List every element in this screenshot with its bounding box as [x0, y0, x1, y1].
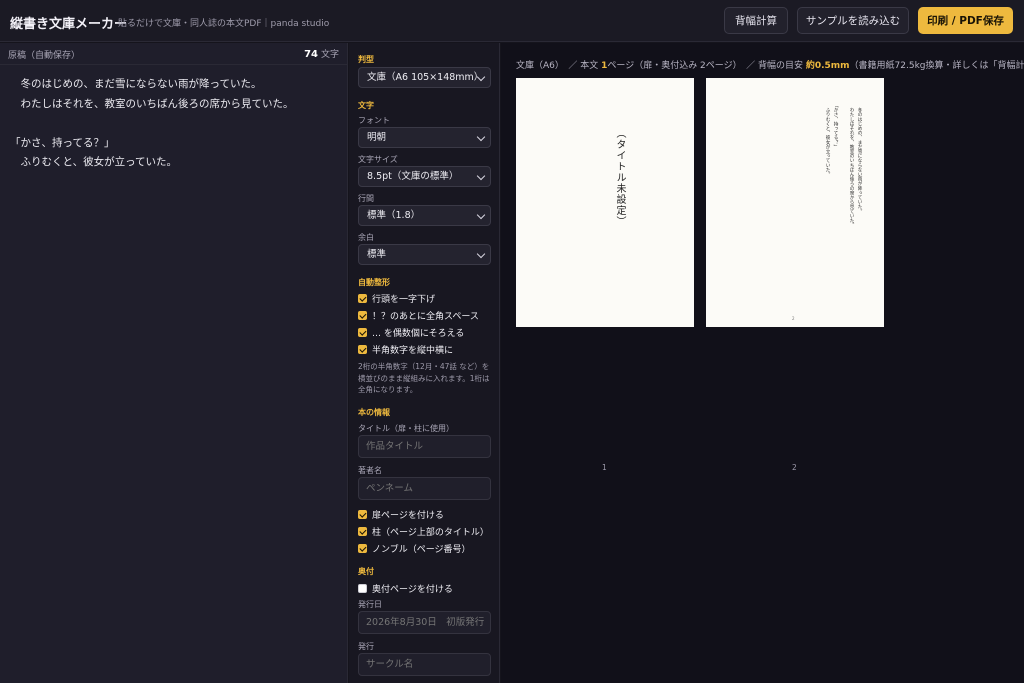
page-label-2: 2	[792, 463, 797, 472]
checkbox-checked-icon[interactable]	[358, 345, 367, 354]
font-label: フォント	[358, 116, 390, 125]
auto-option-label: 行頭を一字下げ	[372, 295, 436, 305]
preview-body-line: 冬のはじめの、まだ雪にならない雨が降っていた。	[857, 103, 862, 214]
preview-info-note: （書籍用紙72.5kg換算・詳しくは「背幅計算」）	[849, 61, 1024, 71]
manuscript-textarea[interactable]: 冬のはじめの、まだ雪にならない雨が降っていた。 わたしはそれを、教室のいちばん後…	[10, 76, 294, 174]
text-heading: 文字	[358, 101, 374, 110]
chevron-down-icon	[476, 171, 486, 181]
margin-value: 標準	[367, 249, 387, 260]
size-select[interactable]: 8.5pt（文庫の標準）	[358, 166, 491, 187]
preview-info: 文庫（A6） ／ 本文 1ページ（扉・奥付込み 2ページ） ／ 背幅の目安 約0…	[516, 58, 1024, 71]
load-sample-button[interactable]: サンプルを読み込む	[797, 7, 909, 34]
auto-option-label: … を偶数個にそろえる	[372, 329, 465, 339]
book-option-label: 柱（ページ上部のタイトル）	[372, 528, 489, 538]
auto-format-heading: 自動整形	[358, 278, 390, 287]
preview-page-title: （タイトル未設定）	[516, 78, 694, 327]
manuscript-line: ふりむくと、彼女が立っていた。	[10, 156, 178, 168]
manuscript-line: 「かさ、持ってる？」	[10, 136, 115, 149]
manuscript-header: 原稿（自動保存） 74 文字	[0, 43, 348, 65]
char-count-unit: 文字	[320, 50, 339, 60]
format-value: 文庫（A6 105×148mm）	[367, 72, 484, 83]
auto-option-tcy[interactable]: 半角数字を縦中横に	[358, 343, 453, 356]
auto-option-ellipsis[interactable]: … を偶数個にそろえる	[358, 326, 464, 339]
preview-info-detail: ページ（扉・奥付込み 2ページ） ／ 背幅の目安	[607, 61, 806, 71]
colophon-heading: 奥付	[358, 567, 374, 576]
auto-option-space[interactable]: ！？のあとに全角スペース	[358, 309, 479, 322]
publisher-input[interactable]	[358, 653, 491, 676]
preview-folio: 2	[792, 316, 795, 321]
settings-panel: 判型 文庫（A6 105×148mm） 文字 フォント 明朝 文字サイズ 8.5…	[349, 43, 500, 683]
format-select[interactable]: 文庫（A6 105×148mm）	[358, 67, 491, 88]
checkbox-checked-icon[interactable]	[358, 294, 367, 303]
leading-label: 行間	[358, 194, 374, 203]
char-count-value: 74	[304, 49, 318, 60]
book-info-heading: 本の情報	[358, 408, 390, 417]
book-option-label: ノンブル（ページ番号）	[372, 545, 471, 555]
title-label: タイトル（扉・柱に使用）	[358, 424, 454, 433]
manuscript-line	[10, 115, 294, 135]
preview-body-line: 「かさ、持ってる？」	[833, 103, 838, 149]
manuscript-line: 冬のはじめの、まだ雪にならない雨が降っていた。	[10, 78, 262, 90]
spine-calc-button[interactable]: 背幅計算	[724, 7, 788, 34]
book-option-folio[interactable]: ノンブル（ページ番号）	[358, 542, 471, 555]
date-input[interactable]	[358, 611, 491, 634]
app-title: 縦書き文庫メーカー	[10, 17, 128, 32]
leading-value: 標準（1.8）	[367, 210, 421, 221]
title-input[interactable]	[358, 435, 491, 458]
auto-option-indent[interactable]: 行頭を一字下げ	[358, 292, 435, 305]
font-value: 明朝	[367, 132, 387, 143]
print-pdf-button[interactable]: 印刷 / PDF保存	[918, 7, 1013, 34]
preview-title-text: （タイトル未設定）	[614, 128, 625, 227]
checkbox-checked-icon[interactable]	[358, 510, 367, 519]
margin-select[interactable]: 標準	[358, 244, 491, 265]
colophon-option[interactable]: 奥付ページを付ける	[358, 582, 453, 595]
margin-label: 余白	[358, 233, 374, 242]
size-value: 8.5pt（文庫の標準）	[367, 171, 459, 182]
app-header: 縦書き文庫メーカー 貼るだけで文庫・同人誌の本文PDF｜panda studio…	[0, 0, 1024, 42]
page-label-1: 1	[602, 463, 607, 472]
date-label: 発行日	[358, 600, 382, 609]
preview-page-body: 冬のはじめの、まだ雪にならない雨が降っていた。 わたしはそれを、教室のいちばん後…	[706, 78, 884, 327]
auto-option-label: ！？のあとに全角スペース	[372, 312, 479, 322]
author-input[interactable]	[358, 477, 491, 500]
leading-select[interactable]: 標準（1.8）	[358, 205, 491, 226]
auto-option-label: 半角数字を縦中横に	[372, 346, 454, 356]
preview-info-format: 文庫（A6） ／ 本文	[516, 61, 602, 71]
book-option-title-page[interactable]: 扉ページを付ける	[358, 508, 444, 521]
chevron-down-icon	[476, 249, 486, 259]
app-subtitle: 貼るだけで文庫・同人誌の本文PDF｜panda studio	[118, 19, 330, 29]
colophon-option-label: 奥付ページを付ける	[372, 585, 453, 595]
author-label: 著者名	[358, 466, 382, 475]
checkbox-checked-icon[interactable]	[358, 311, 367, 320]
chevron-down-icon	[476, 210, 486, 220]
char-count: 74 文字	[304, 47, 339, 60]
preview-body-line: わたしはそれを、教室のいちばん後ろの席から見ていた。	[849, 103, 854, 228]
auto-format-note: 2桁の半角数字（12月・47話 など）を横並びのまま縦組みに入れます。1桁は全角…	[358, 362, 490, 394]
preview-info-spine: 約0.5mm	[805, 61, 850, 71]
manuscript-line: わたしはそれを、教室のいちばん後ろの席から見ていた。	[10, 97, 294, 110]
manuscript-label: 原稿（自動保存）	[8, 51, 81, 61]
checkbox-unchecked-icon[interactable]	[358, 584, 367, 593]
chevron-down-icon	[476, 132, 486, 142]
manuscript-panel: 原稿（自動保存） 74 文字 冬のはじめの、まだ雪にならない雨が降っていた。 わた…	[0, 43, 348, 683]
checkbox-checked-icon[interactable]	[358, 527, 367, 536]
format-heading: 判型	[358, 55, 374, 64]
preview-body-line: ふりむくと、彼女が立っていた。	[825, 103, 830, 177]
checkbox-checked-icon[interactable]	[358, 328, 367, 337]
font-select[interactable]: 明朝	[358, 127, 491, 148]
checkbox-checked-icon[interactable]	[358, 544, 367, 553]
book-option-running-head[interactable]: 柱（ページ上部のタイトル）	[358, 525, 489, 538]
publisher-label: 発行	[358, 642, 374, 651]
size-label: 文字サイズ	[358, 155, 398, 164]
preview-panel: 文庫（A6） ／ 本文 1 ページ（扉・奥付込み 2ページ） ／ 背幅の目安 約0…	[501, 43, 1024, 683]
book-option-label: 扉ページを付ける	[372, 511, 444, 521]
